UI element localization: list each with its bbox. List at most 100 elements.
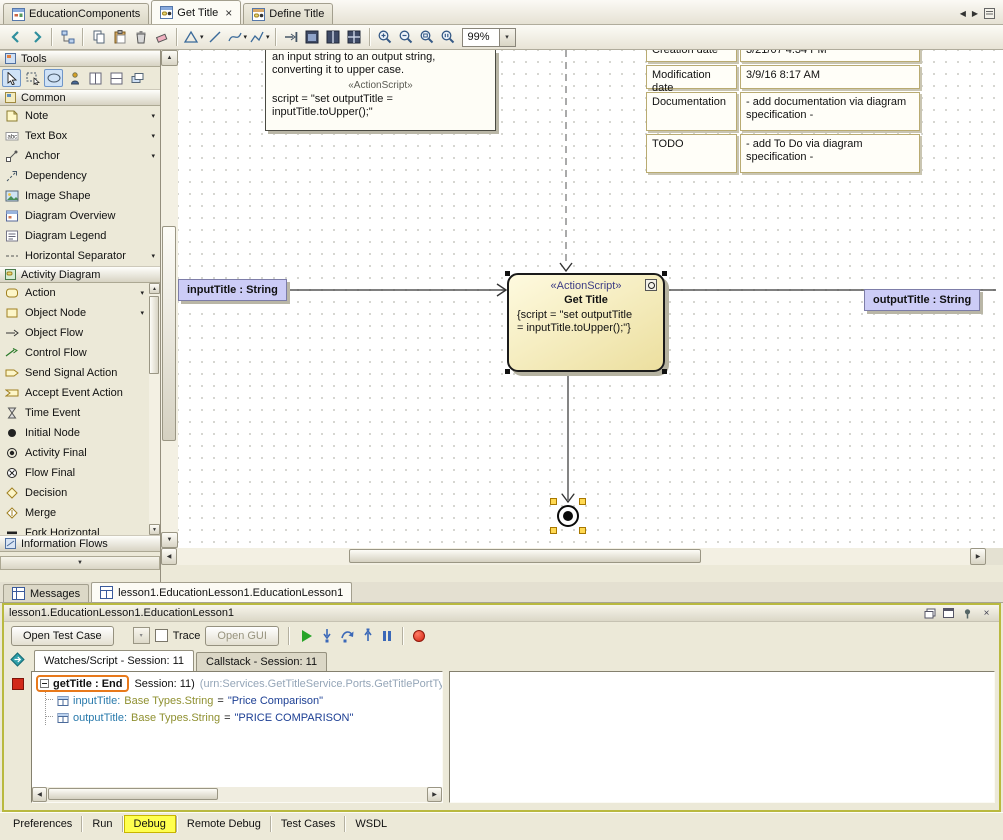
dropdown-arrow-icon[interactable]: ▾ (140, 289, 144, 297)
dropdown-arrow-icon[interactable]: ▾ (140, 309, 144, 317)
palette-item-action[interactable]: Action ▾ (0, 283, 160, 303)
status-item-preferences[interactable]: Preferences (4, 815, 81, 833)
palette-item-merge[interactable]: Merge (0, 503, 160, 523)
palette-item-time-event[interactable]: Time Event (0, 403, 160, 423)
watches-pane[interactable]: getTitle : End Session: 11) (urn:Service… (31, 671, 443, 803)
dropdown-arrow-icon[interactable]: ▾ (151, 152, 155, 160)
diagram-info-table[interactable]: Creation date 3/21/07 4:34 PM Modificati… (646, 50, 920, 176)
selection-handle[interactable] (579, 527, 586, 534)
status-item-debug[interactable]: Debug (124, 815, 176, 833)
palette-item-initial-node[interactable]: Initial Node (0, 423, 160, 443)
grid-icon[interactable] (344, 27, 365, 48)
palette-item-accept-event-action[interactable]: Accept Event Action (0, 383, 160, 403)
palette-item-diagram-overview[interactable]: Diagram Overview (0, 206, 160, 226)
tab-education-components[interactable]: EducationComponents (3, 3, 149, 24)
diagram-canvas[interactable]: an input string to an output string, con… (178, 50, 1003, 548)
zoom-dropdown-icon[interactable]: ▾ (499, 29, 515, 46)
containment-tree-icon[interactable] (57, 27, 78, 48)
palette-item-dependency[interactable]: Dependency (0, 166, 160, 186)
polyline-tool-icon[interactable]: ▾ (248, 27, 271, 48)
fit-in-window-icon[interactable] (417, 27, 438, 48)
zoom-level-combobox[interactable]: 99% ▾ (462, 28, 516, 47)
script-pane[interactable] (449, 671, 995, 803)
close-tab-icon[interactable]: × (225, 8, 232, 18)
palette-item-control-flow[interactable]: Control Flow (0, 343, 160, 363)
stop-icon[interactable] (12, 678, 24, 690)
palette-item-horizontal-separator[interactable]: Horizontal Separator ▾ (0, 246, 160, 266)
palette-item-text-box[interactable]: abc Text Box ▾ (0, 126, 160, 146)
selection-handle[interactable] (550, 498, 557, 505)
palette-item-flow-final[interactable]: Flow Final (0, 463, 160, 483)
selection-handle[interactable] (505, 369, 510, 374)
canvas-vertical-scrollbar[interactable]: ▲ ▼ (161, 50, 178, 548)
paste-icon[interactable] (109, 27, 130, 48)
session-marker-icon[interactable] (10, 652, 25, 667)
palette-scrollbar[interactable]: ▲ ▼ (149, 283, 160, 535)
tab-define-title[interactable]: Define Title (243, 3, 333, 24)
palette-item-fork-horizontal[interactable]: Fork Horizontal (0, 523, 160, 535)
palette-item-image-shape[interactable]: Image Shape (0, 186, 160, 206)
selection-handle[interactable] (550, 527, 557, 534)
diagram-frame-icon[interactable] (302, 27, 323, 48)
erase-icon[interactable] (151, 27, 172, 48)
zoom-level-value[interactable]: 99% (463, 29, 499, 46)
status-item-remote-debug[interactable]: Remote Debug (178, 815, 270, 833)
scroll-left-icon[interactable]: ◀ (32, 787, 47, 802)
scroll-right-icon[interactable]: ▶ (427, 787, 442, 802)
action-node-get-title[interactable]: «ActionScript» Get Title {script = "set … (507, 273, 665, 372)
palette-section-information-flows[interactable]: Information Flows (0, 535, 160, 552)
palette-item-decision[interactable]: Decision (0, 483, 160, 503)
dropdown-arrow-icon[interactable]: ▾ (151, 132, 155, 140)
palette-item-diagram-legend[interactable]: Diagram Legend (0, 226, 160, 246)
output-pin-label[interactable]: outputTitle : String (864, 289, 980, 311)
delete-icon[interactable] (130, 27, 151, 48)
scroll-track[interactable] (47, 787, 427, 802)
back-icon[interactable] (5, 27, 26, 48)
palette-item-send-signal-action[interactable]: Send Signal Action (0, 363, 160, 383)
trace-options-dropdown-icon[interactable]: ▾ (133, 627, 150, 644)
note-shape[interactable]: an input string to an output string, con… (265, 50, 496, 131)
forward-icon[interactable] (26, 27, 47, 48)
zoom-out-icon[interactable] (396, 27, 417, 48)
tab-lesson-session[interactable]: lesson1.EducationLesson1.EducationLesson… (91, 582, 352, 602)
link-selection-tool-icon[interactable] (44, 69, 63, 87)
sticky-mode-icon[interactable] (65, 69, 84, 87)
zoom-1-1-icon[interactable] (438, 27, 459, 48)
palette-section-common[interactable]: Common (0, 89, 160, 106)
scroll-left-icon[interactable]: ◀ (161, 548, 177, 565)
vertical-scroll-thumb[interactable] (162, 226, 176, 441)
scroll-down-icon[interactable]: ▼ (161, 532, 178, 548)
status-item-run[interactable]: Run (83, 815, 121, 833)
stacked-shapes-icon[interactable] (128, 69, 147, 87)
canvas-horizontal-scrollbar[interactable]: ◀ ▶ (161, 548, 1003, 565)
swimlane-icon[interactable] (323, 27, 344, 48)
collapse-icon[interactable] (40, 679, 49, 688)
status-item-test-cases[interactable]: Test Cases (272, 815, 344, 833)
watches-horizontal-scrollbar[interactable]: ◀ ▶ (32, 787, 442, 802)
palette-item-object-flow[interactable]: Object Flow (0, 323, 160, 343)
scroll-right-icon[interactable]: ▶ (970, 548, 986, 565)
palette-scroll-track[interactable] (149, 294, 160, 524)
shape-tool-icon[interactable]: ▾ (182, 27, 205, 48)
open-gui-button[interactable]: Open GUI (205, 626, 279, 646)
float-window-icon[interactable] (922, 607, 937, 620)
zoom-in-icon[interactable] (375, 27, 396, 48)
palette-section-activity-diagram[interactable]: Activity Diagram (0, 266, 160, 283)
tab-watches-script[interactable]: Watches/Script - Session: 11 (34, 650, 194, 671)
scroll-up-icon[interactable]: ▲ (161, 50, 178, 66)
selection-handle[interactable] (505, 271, 510, 276)
horizontal-scroll-thumb[interactable] (349, 549, 701, 563)
maximize-icon[interactable] (941, 607, 956, 620)
line-tool-icon[interactable] (205, 27, 226, 48)
watch-variable-row[interactable]: inputTitle: Base Types.String = "Price C… (36, 692, 442, 709)
step-out-icon[interactable] (361, 628, 376, 643)
watch-variable-row[interactable]: outputTitle: Base Types.String = "PRICE … (36, 709, 442, 726)
status-item-wsdl[interactable]: WSDL (346, 815, 396, 833)
palette-item-activity-final[interactable]: Activity Final (0, 443, 160, 463)
tab-get-title[interactable]: Get Title × (151, 0, 241, 24)
palette-item-anchor[interactable]: Anchor ▾ (0, 146, 160, 166)
activity-final-node[interactable] (550, 498, 586, 534)
tab-messages[interactable]: Messages (3, 584, 89, 602)
step-over-icon[interactable] (340, 628, 356, 643)
split-horizontal-tool-icon[interactable] (107, 69, 126, 87)
